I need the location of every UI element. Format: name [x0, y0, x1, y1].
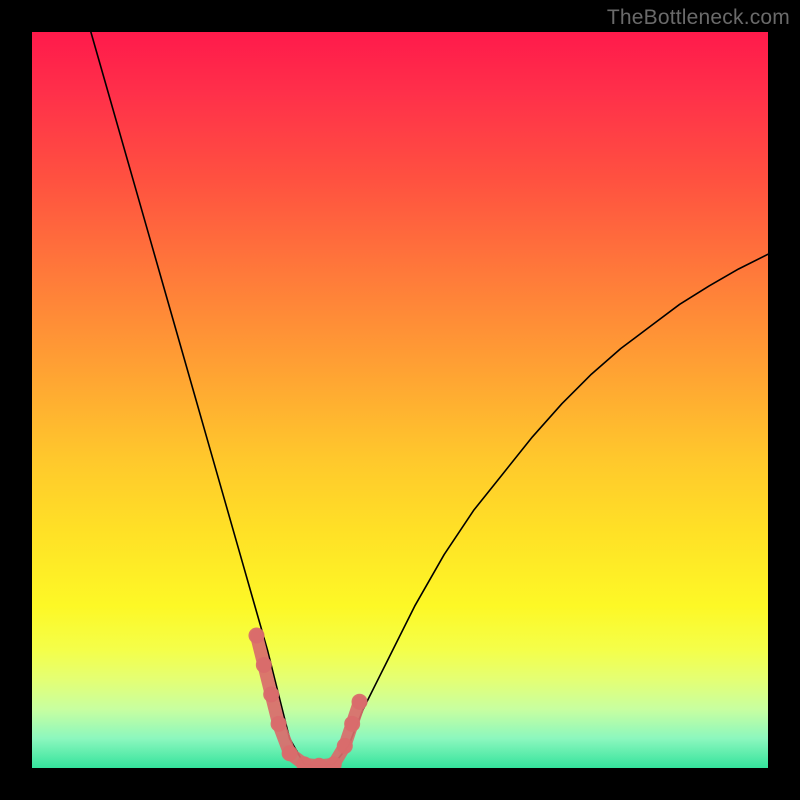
- chart-frame: TheBottleneck.com: [0, 0, 800, 800]
- bottleneck-curve-line: [91, 32, 768, 766]
- chart-svg: [32, 32, 768, 768]
- highlight-region-markers: [248, 628, 367, 768]
- watermark-text: TheBottleneck.com: [607, 6, 790, 30]
- plot-area: [32, 32, 768, 768]
